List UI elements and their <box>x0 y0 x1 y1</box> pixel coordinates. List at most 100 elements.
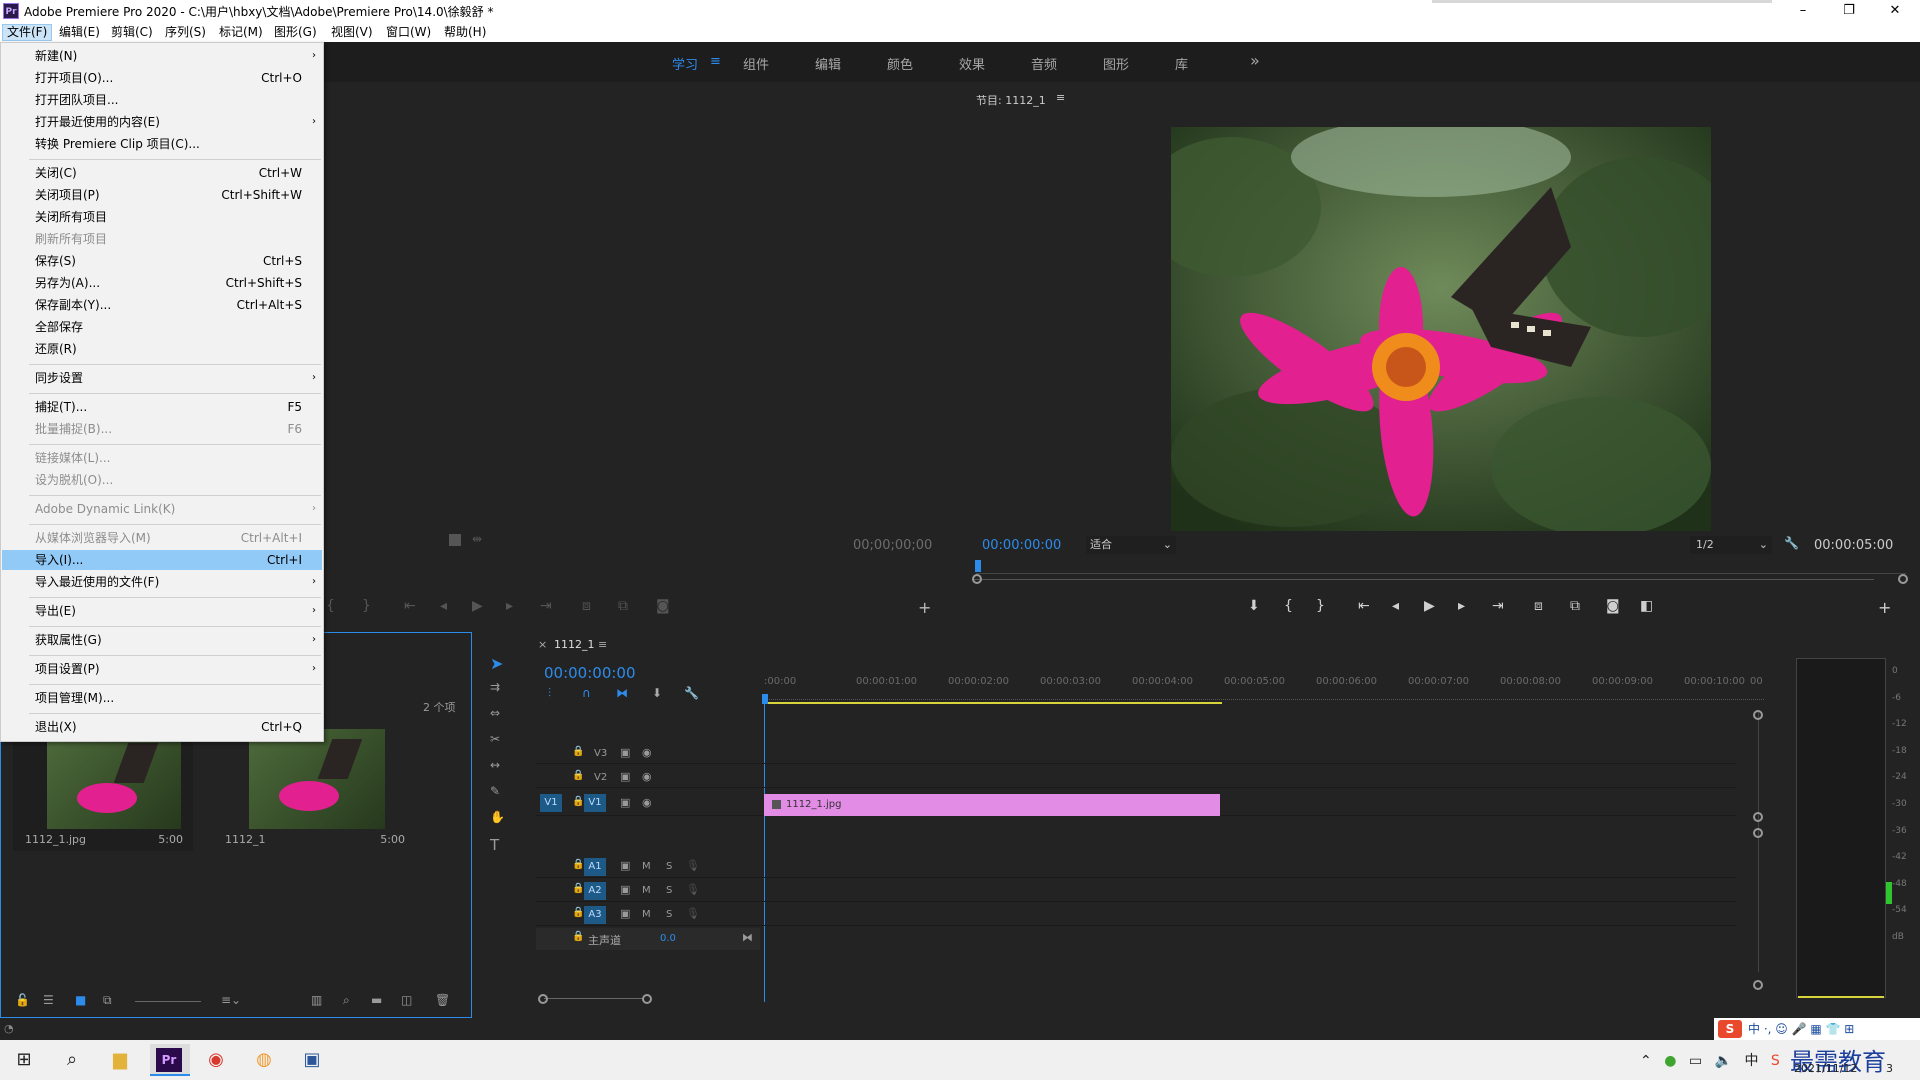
goto-in-icon[interactable]: ⇤ <box>404 598 416 614</box>
scroll-handle[interactable] <box>1753 710 1763 720</box>
insert-icon[interactable]: ⧈ <box>582 598 591 614</box>
add-button-icon[interactable]: + <box>918 598 931 617</box>
language-icon[interactable]: 中 <box>1744 1053 1758 1069</box>
mute-button[interactable]: M <box>642 909 651 920</box>
menu-item-close[interactable]: 关闭(C) Ctrl+W <box>2 163 322 183</box>
tray-app-icon[interactable]: ● <box>1664 1053 1676 1069</box>
step-back-icon[interactable]: ◂ <box>1392 598 1399 614</box>
lock-icon[interactable]: 🔒 <box>572 931 584 942</box>
list-view-icon[interactable]: ☰ <box>43 993 54 1007</box>
program-playhead-timecode[interactable]: 00:00:00:00 <box>982 538 1061 553</box>
scroll-handle-right[interactable] <box>642 994 652 1004</box>
track-select-tool-icon[interactable]: ⇉ <box>490 680 500 694</box>
tray-date[interactable]: 2021/11/12 <box>1794 1062 1857 1075</box>
close-button[interactable]: ✕ <box>1872 0 1918 22</box>
menu-item-export[interactable]: 导出(E) › <box>2 601 322 621</box>
step-forward-icon[interactable]: ▸ <box>506 598 513 614</box>
horizontal-scrollbar[interactable] <box>544 998 644 999</box>
workspace-menu-icon[interactable]: ≡ <box>710 54 721 69</box>
microphone-icon[interactable]: 🎙 <box>686 859 700 872</box>
network-icon[interactable]: ▭ <box>1689 1053 1702 1069</box>
lock-icon[interactable]: 🔒 <box>572 907 584 918</box>
menu-item-close-all[interactable]: 关闭所有项目 <box>2 207 322 227</box>
new-item-icon[interactable]: ◫ <box>401 993 412 1007</box>
nest-icon[interactable]: ⫶ <box>548 686 551 701</box>
sync-lock-icon[interactable]: ▣ <box>620 746 630 759</box>
workspace-effects[interactable]: 效果 <box>959 54 985 73</box>
freeform-view-icon[interactable]: ⧉ <box>103 993 112 1008</box>
menu-clip[interactable]: 剪辑(C) <box>107 24 157 41</box>
workspace-graphics[interactable]: 图形 <box>1103 54 1129 73</box>
menu-item-open-recent[interactable]: 打开最近使用的内容(E) › <box>2 112 322 132</box>
new-bin-icon[interactable]: ▬ <box>371 993 382 1007</box>
search-bar[interactable] <box>1432 0 1772 3</box>
wrench-icon[interactable]: 🔧 <box>1784 536 1799 550</box>
export-frame-icon[interactable]: ◙ <box>1606 598 1620 614</box>
menu-item-open-team-project[interactable]: 打开团队项目... <box>2 90 322 110</box>
track-target-a2[interactable]: A2 <box>584 882 606 900</box>
project-item[interactable]: 1112_1.jpg 5:00 <box>13 729 193 851</box>
add-marker-icon[interactable]: ⬇ <box>652 686 662 700</box>
razor-tool-icon[interactable]: ✂ <box>490 732 500 746</box>
icon-view-icon[interactable]: ■ <box>75 993 86 1007</box>
menu-item-revert[interactable]: 还原(R) <box>2 339 322 359</box>
track-label[interactable]: V3 <box>594 748 607 759</box>
scroll-handle[interactable] <box>1753 980 1763 990</box>
step-forward-icon[interactable]: ▸ <box>1458 598 1465 614</box>
eye-icon[interactable]: ◉ <box>642 796 652 809</box>
program-monitor-title[interactable]: 节目: 1112_1 <box>976 92 1046 108</box>
sort-icon[interactable]: ≡⌄ <box>221 993 241 1007</box>
resolution-dropdown[interactable]: 1/2 ⌄ <box>1690 536 1772 554</box>
workspace-audio[interactable]: 音频 <box>1031 54 1057 73</box>
close-tab-icon[interactable]: × <box>538 638 547 651</box>
sogou-tray-icon[interactable]: S <box>1771 1053 1780 1069</box>
overwrite-icon[interactable]: ⧉ <box>618 598 628 614</box>
menu-item-save-all[interactable]: 全部保存 <box>2 317 322 337</box>
word-icon[interactable]: ▣ <box>296 1044 328 1076</box>
goto-out-icon[interactable]: ⇥ <box>1492 598 1504 614</box>
workspace-assembly[interactable]: 组件 <box>743 54 769 73</box>
lift-icon[interactable]: ⧈ <box>1534 598 1543 614</box>
track-target-a1[interactable]: A1 <box>584 858 606 876</box>
scroll-handle-left[interactable] <box>972 574 982 584</box>
search-icon[interactable]: ⌕ <box>56 1044 88 1076</box>
trash-icon[interactable]: 🗑 <box>435 993 450 1007</box>
menu-item-exit[interactable]: 退出(X) Ctrl+Q <box>2 717 322 737</box>
solo-button[interactable]: S <box>666 885 672 896</box>
zoom-scrollbar[interactable] <box>974 579 1874 580</box>
ripple-edit-tool-icon[interactable]: ⇔ <box>490 706 500 720</box>
windows-start-icon[interactable]: ⊞ <box>8 1044 40 1076</box>
mark-out-icon[interactable]: } <box>362 598 371 614</box>
timeline-timecode[interactable]: 00:00:00:00 <box>544 664 636 682</box>
show-hidden-icon[interactable]: ⌃ <box>1640 1053 1652 1069</box>
scroll-handle[interactable] <box>1753 812 1763 822</box>
microphone-icon[interactable]: 🎙 <box>686 907 700 920</box>
mark-in-icon[interactable]: { <box>326 598 335 614</box>
track-target-v1[interactable]: V1 <box>584 794 606 812</box>
slip-tool-icon[interactable]: ↔ <box>490 758 500 772</box>
panel-menu-icon[interactable]: ≡ <box>598 638 607 651</box>
menu-help[interactable]: 帮助(H) <box>440 24 490 41</box>
play-icon[interactable]: ▶ <box>1424 598 1435 614</box>
notification-count[interactable]: 3 <box>1886 1062 1893 1075</box>
sync-lock-icon[interactable]: ▣ <box>620 907 630 920</box>
menu-item-project-settings[interactable]: 项目设置(P) › <box>2 659 322 679</box>
track-target-a3[interactable]: A3 <box>584 906 606 924</box>
more-workspaces-icon[interactable]: » <box>1250 51 1260 70</box>
menu-item-new[interactable]: 新建(N) › <box>2 46 322 66</box>
safe-margins-icon[interactable] <box>449 534 461 546</box>
playhead-marker[interactable] <box>975 560 981 572</box>
menu-item-sync-settings[interactable]: 同步设置 › <box>2 368 322 388</box>
automate-icon[interactable]: ▥ <box>311 993 322 1007</box>
compare-icon[interactable]: ◧ <box>1640 598 1653 614</box>
hand-tool-icon[interactable]: ✋ <box>490 810 505 824</box>
menu-item-capture[interactable]: 捕捉(T)... F5 <box>2 397 322 417</box>
timeline-settings-icon[interactable]: 🔧 <box>684 686 699 700</box>
menu-item-import-recent[interactable]: 导入最近使用的文件(F) › <box>2 572 322 592</box>
menu-item-convert-clip[interactable]: 转换 Premiere Clip 项目(C)... <box>2 134 322 154</box>
menu-item-save-as[interactable]: 另存为(A)... Ctrl+Shift+S <box>2 273 322 293</box>
fit-dropdown[interactable]: 适合 ⌄ <box>1086 536 1176 554</box>
workspace-learn[interactable]: 学习 <box>672 54 698 73</box>
master-volume-value[interactable]: 0.0 <box>660 933 676 944</box>
settings-icon[interactable]: ⇹ <box>472 532 482 546</box>
